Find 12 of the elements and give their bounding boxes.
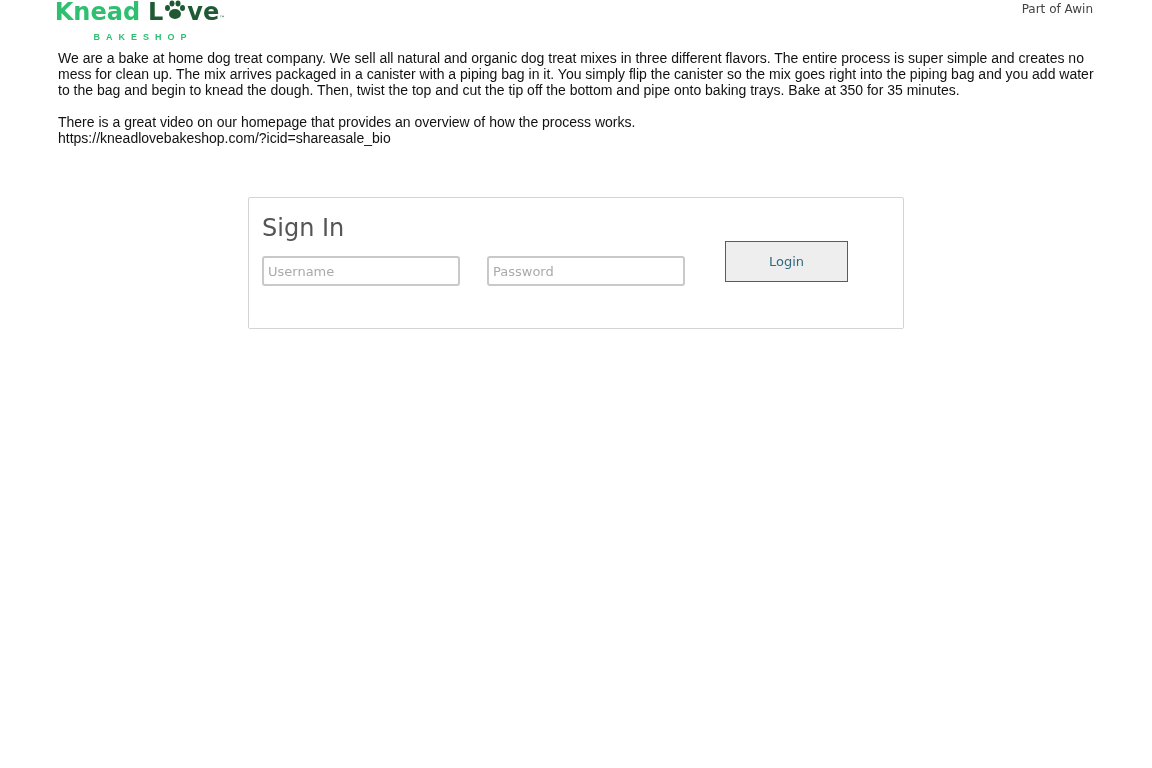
logo-text: L <box>148 0 164 24</box>
password-field[interactable]: Password <box>487 256 685 286</box>
sign-in-title: Sign In <box>262 214 346 242</box>
logo-text: Knead <box>54 0 141 24</box>
description-paragraph: We are a bake at home dog treat company. We sell all natural and organic dog treat mixes in three different flavors. The entire process is super simple and creates no mess for clean up. The mix arrives packaged in a canister with a piping bag in it. You simply flip the canister so the mix goes right into the piping bag and you add water to the bag and begin to knead the dough. Then, twist the top and cut the tip off the bottom and pipe onto baking trays. Bake at 350 for 35 minutes. <box>58 50 1094 98</box>
logo-text: ve <box>187 0 220 24</box>
username-field[interactable]: Username <box>262 256 460 286</box>
login-button[interactable]: Login <box>725 240 848 282</box>
description-paragraph: There is a great video on our homepage that provides an overview of how the process works. https://kneadlovebakeshop.com/?icid=shareasale_bio <box>58 114 637 146</box>
logo-tagline: BAKESHOP <box>93 32 193 42</box>
paw-icon <box>164 0 187 20</box>
network-label: Part of Awin <box>1021 2 1093 16</box>
